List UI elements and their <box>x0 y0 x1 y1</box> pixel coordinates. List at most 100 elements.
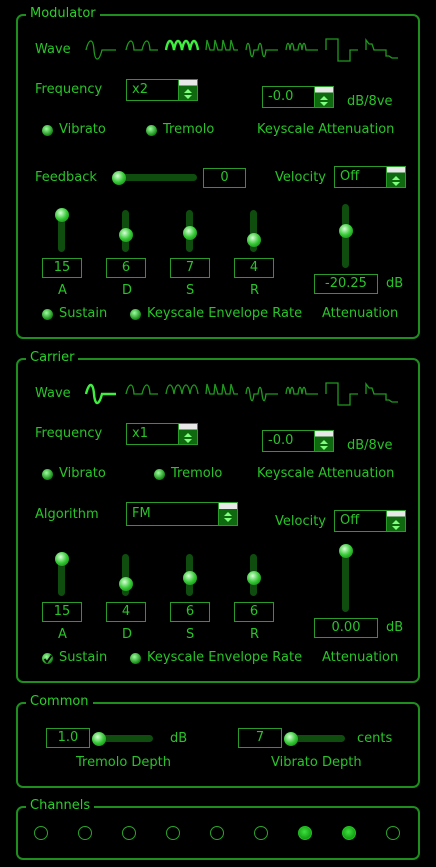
abs-sine-even-periods-wave-icon[interactable] <box>285 382 318 406</box>
carrier-attack-value[interactable]: 15 <box>42 602 82 622</box>
carrier-attenuation-unit: dB <box>386 620 404 635</box>
modulator-ksl-unit: dB/8ve <box>347 94 393 109</box>
sine-even-periods-wave-icon[interactable] <box>245 382 278 406</box>
channel-9-toggle[interactable] <box>386 826 400 840</box>
modulator-release-slider-handle[interactable] <box>247 233 261 247</box>
channel-4-toggle[interactable] <box>166 826 180 840</box>
modulator-release-label: R <box>250 283 260 298</box>
carrier-attenuation-value[interactable]: 0.00 <box>314 618 378 638</box>
modulator-velocity-spinner-icon[interactable] <box>386 167 405 187</box>
carrier-ksl-select[interactable]: -0.0 <box>262 430 334 452</box>
modulator-wave-label: Wave <box>35 42 71 57</box>
carrier-sustain-label: Sustain <box>59 650 108 665</box>
half-sine-wave-icon[interactable] <box>125 382 158 406</box>
square-wave-icon[interactable] <box>325 382 358 406</box>
carrier-algorithm-value: FM <box>132 506 151 521</box>
modulator-ksl-select[interactable]: -0.0 <box>262 86 334 108</box>
carrier-decay-slider-handle[interactable] <box>119 577 133 591</box>
carrier-vibrato-toggle[interactable] <box>42 469 53 480</box>
square-wave-icon[interactable] <box>325 38 358 62</box>
carrier-attenuation-slider-handle[interactable] <box>339 544 353 558</box>
carrier-tremolo-label: Tremolo <box>171 466 223 481</box>
abs-sine-even-periods-wave-icon[interactable] <box>285 38 318 62</box>
carrier-algorithm-spinner-icon[interactable] <box>218 503 237 525</box>
modulator-ker-label: Keyscale Envelope Rate <box>147 306 303 321</box>
carrier-algorithm-select[interactable]: FM <box>126 502 238 526</box>
modulator-attack-value[interactable]: 15 <box>42 258 82 278</box>
common-title: Common <box>26 695 93 709</box>
carrier-frequency-select[interactable]: x1 <box>126 423 198 445</box>
sine-wave-icon[interactable] <box>84 382 118 406</box>
channel-5-toggle[interactable] <box>210 826 224 840</box>
carrier-release-value[interactable]: 6 <box>234 602 274 622</box>
modulator-feedback-slider-handle[interactable] <box>112 171 126 185</box>
modulator-decay-slider-handle[interactable] <box>119 228 133 242</box>
carrier-attenuation-label: Attenuation <box>322 650 399 665</box>
modulator-title: Modulator <box>26 7 100 21</box>
channel-6-toggle[interactable] <box>254 826 268 840</box>
carrier-vibrato-label: Vibrato <box>59 466 106 481</box>
carrier-velocity-label: Velocity <box>275 514 326 529</box>
pulse-sine-wave-icon[interactable] <box>205 382 238 406</box>
carrier-sustain-slider-handle[interactable] <box>183 571 197 585</box>
modulator-sustain-label: Sustain <box>59 306 108 321</box>
channel-8-toggle[interactable] <box>342 826 356 840</box>
carrier-sustain-value[interactable]: 6 <box>170 602 210 622</box>
modulator-frequency-select[interactable]: x2 <box>126 79 198 101</box>
tremolo-depth-slider-handle[interactable] <box>92 732 106 746</box>
carrier-frequency-label: Frequency <box>35 426 103 441</box>
vibrato-depth-label: Vibrato Depth <box>271 755 362 770</box>
carrier-frequency-spinner-icon[interactable] <box>178 424 197 444</box>
vibrato-depth-unit: cents <box>357 731 393 746</box>
modulator-attenuation-slider-handle[interactable] <box>339 224 353 238</box>
modulator-velocity-select[interactable]: Off <box>334 166 406 188</box>
modulator-sustain-env-label: S <box>186 283 195 298</box>
half-sine-wave-icon[interactable] <box>125 38 158 62</box>
tremolo-depth-value[interactable]: 1.0 <box>46 728 90 748</box>
modulator-feedback-value[interactable]: 0 <box>203 168 246 188</box>
sine-wave-icon[interactable] <box>85 38 118 62</box>
carrier-decay-label: D <box>122 627 133 642</box>
modulator-vibrato-toggle[interactable] <box>42 125 53 136</box>
channel-1-toggle[interactable] <box>34 826 48 840</box>
modulator-attenuation-unit: dB <box>386 276 404 291</box>
carrier-velocity-select[interactable]: Off <box>334 510 406 532</box>
vibrato-depth-value[interactable]: 7 <box>238 728 282 748</box>
carrier-ksl-spinner-icon[interactable] <box>314 431 333 451</box>
carrier-velocity-value: Off <box>340 513 360 528</box>
carrier-tremolo-toggle[interactable] <box>154 469 165 480</box>
modulator-release-value[interactable]: 4 <box>234 258 274 278</box>
carrier-ker-toggle[interactable] <box>130 653 141 664</box>
carrier-decay-value[interactable]: 4 <box>106 602 146 622</box>
carrier-release-slider-handle[interactable] <box>247 571 261 585</box>
vibrato-depth-slider-handle[interactable] <box>284 732 298 746</box>
sine-even-periods-wave-icon[interactable] <box>245 38 278 62</box>
carrier-attack-slider-handle[interactable] <box>55 552 69 566</box>
carrier-wave-label: Wave <box>35 386 71 401</box>
pulse-sine-wave-icon[interactable] <box>205 38 238 62</box>
modulator-velocity-value: Off <box>340 169 360 184</box>
modulator-attack-slider-handle[interactable] <box>55 208 69 222</box>
modulator-attenuation-value[interactable]: -20.25 <box>314 274 378 294</box>
derived-square-wave-icon[interactable] <box>365 382 398 406</box>
abs-sine-wave-icon[interactable] <box>165 382 199 406</box>
carrier-frequency-value: x1 <box>132 426 148 441</box>
modulator-ker-toggle[interactable] <box>130 309 141 320</box>
channel-2-toggle[interactable] <box>78 826 92 840</box>
modulator-sustain-value[interactable]: 7 <box>170 258 210 278</box>
carrier-ksl-label: Keyscale Attenuation <box>257 466 395 481</box>
channel-3-toggle[interactable] <box>122 826 136 840</box>
modulator-sustain-toggle[interactable] <box>42 309 53 320</box>
modulator-ksl-spinner-icon[interactable] <box>314 87 333 107</box>
modulator-tremolo-toggle[interactable] <box>146 125 157 136</box>
modulator-frequency-label: Frequency <box>35 82 103 97</box>
modulator-frequency-spinner-icon[interactable] <box>178 80 197 100</box>
modulator-ksl-label: Keyscale Attenuation <box>257 122 395 137</box>
channel-7-toggle[interactable] <box>298 826 312 840</box>
modulator-decay-value[interactable]: 6 <box>106 258 146 278</box>
abs-sine-wave-icon[interactable] <box>164 38 200 62</box>
modulator-sustain-slider-handle[interactable] <box>183 226 197 240</box>
carrier-ksl-unit: dB/8ve <box>347 438 393 453</box>
carrier-velocity-spinner-icon[interactable] <box>386 511 405 531</box>
derived-square-wave-icon[interactable] <box>365 38 398 62</box>
